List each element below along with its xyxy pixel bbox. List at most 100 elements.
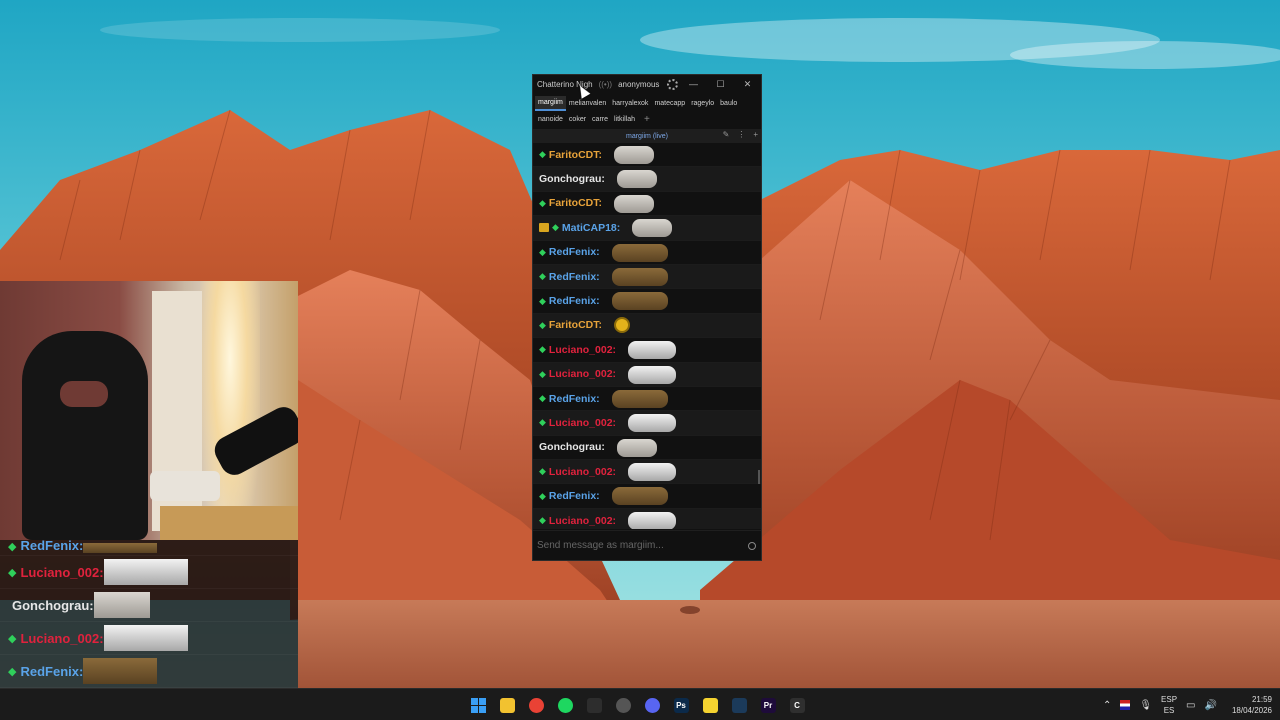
username[interactable]: RedFenix:: [549, 490, 600, 502]
chat-message[interactable]: ◆ Luciano_002:: [533, 460, 761, 485]
tab-carre[interactable]: carre: [589, 112, 611, 127]
tank-emote-icon[interactable]: [612, 292, 668, 311]
cat-emote-icon[interactable]: [628, 365, 676, 384]
language-indicator[interactable]: ESP ES: [1161, 694, 1177, 716]
title-bar[interactable]: Chatterino Nigh ((•)) anonymous — ☐ ✕: [533, 75, 761, 93]
tab-coker[interactable]: coker: [566, 112, 589, 127]
taskbar-start[interactable]: [466, 693, 490, 717]
chat-message[interactable]: ◆ Luciano_002:: [533, 508, 761, 529]
taskbar-steam[interactable]: [727, 693, 751, 717]
seal-emote-icon[interactable]: [632, 219, 672, 238]
username[interactable]: Gonchograu:: [539, 441, 605, 453]
username[interactable]: Gonchograu:: [539, 173, 605, 185]
streamer-mode-icon[interactable]: ((•)): [599, 80, 612, 89]
account-switcher[interactable]: anonymous: [618, 80, 659, 89]
sub-badge-icon[interactable]: ◆: [539, 271, 546, 282]
maximize-button[interactable]: ☐: [707, 79, 734, 90]
tab-matecapp[interactable]: matecapp: [651, 96, 688, 111]
chat-message[interactable]: ◆ RedFenix:: [533, 484, 761, 509]
username[interactable]: FaritoCDT:: [549, 197, 602, 209]
chat-message[interactable]: ◆ FaritoCDT:: [533, 313, 761, 339]
clock[interactable]: 21:59 18/04/2026: [1232, 694, 1272, 716]
chat-message[interactable]: ◆ Luciano_002:: [533, 411, 761, 436]
network-icon[interactable]: ▭: [1186, 700, 1195, 711]
seal-emote-icon[interactable]: [617, 438, 657, 457]
taskbar-discord[interactable]: [640, 693, 664, 717]
cat-emote-icon[interactable]: [628, 463, 676, 482]
sub-badge-icon[interactable]: ◆: [539, 393, 546, 404]
taskbar-premiere[interactable]: Pr: [756, 693, 780, 717]
tank-emote-icon[interactable]: [612, 487, 668, 506]
microphone-icon[interactable]: 🎙: [1139, 700, 1152, 711]
sub-badge-icon[interactable]: ◆: [539, 466, 546, 477]
settings-gear-icon[interactable]: [667, 78, 679, 90]
volume-icon[interactable]: 🔊: [1205, 700, 1217, 711]
username[interactable]: RedFenix:: [549, 271, 600, 283]
sub-badge-icon[interactable]: ◆: [539, 296, 546, 307]
language-flag-icon[interactable]: [1120, 700, 1131, 710]
username[interactable]: Luciano_002:: [549, 344, 616, 356]
chat-message[interactable]: ◆ Luciano_002:: [533, 362, 761, 387]
message-list[interactable]: ◆ FaritoCDT: Gonchograu: ◆ FaritoCDT: ◆ MatiCA…: [533, 143, 761, 529]
cat-emote-icon[interactable]: [628, 414, 676, 433]
broadcaster-crown-icon[interactable]: [539, 223, 549, 233]
username[interactable]: Luciano_002:: [549, 417, 616, 429]
username[interactable]: MatiCAP18:: [562, 222, 620, 234]
sub-badge-icon[interactable]: ◆: [539, 149, 546, 160]
chat-message[interactable]: ◆ RedFenix:: [533, 387, 761, 412]
add-split-icon[interactable]: +: [753, 130, 758, 139]
tank-emote-icon[interactable]: [612, 243, 668, 262]
chat-message[interactable]: ◆ Luciano_002:: [533, 338, 761, 363]
add-tab-button[interactable]: +: [644, 114, 650, 125]
chat-message[interactable]: ◆ FaritoCDT:: [533, 192, 761, 217]
taskbar-chatterino[interactable]: C: [785, 693, 809, 717]
chatterino-window[interactable]: Chatterino Nigh ((•)) anonymous — ☐ ✕ ma…: [532, 74, 762, 561]
taskbar-chrome[interactable]: [524, 693, 548, 717]
chat-message[interactable]: ◆ MatiCAP18:: [533, 216, 761, 241]
username[interactable]: FaritoCDT:: [549, 149, 602, 161]
chat-message[interactable]: ◆ FaritoCDT:: [533, 143, 761, 168]
tab-rageylo[interactable]: rageylo: [688, 96, 717, 111]
tab-melianvalen[interactable]: melianvalen: [566, 96, 609, 111]
username[interactable]: RedFenix:: [549, 393, 600, 405]
tab-litkillah[interactable]: litkillah: [611, 112, 638, 127]
more-options-icon[interactable]: ⋮: [737, 130, 745, 139]
taskbar-file-explorer[interactable]: [495, 693, 519, 717]
tank-emote-icon[interactable]: [612, 267, 668, 286]
username[interactable]: FaritoCDT:: [549, 319, 602, 331]
tab-harryalexok[interactable]: harryalexok: [609, 96, 651, 111]
coin-emote-icon[interactable]: [614, 317, 630, 334]
sub-badge-icon[interactable]: ◆: [539, 417, 546, 428]
taskbar-app-dark[interactable]: [582, 693, 606, 717]
close-button[interactable]: ✕: [734, 79, 761, 90]
show-hidden-icons-chevron-icon[interactable]: ⌃: [1103, 700, 1111, 711]
seal-emote-icon[interactable]: [614, 146, 654, 164]
username[interactable]: Luciano_002:: [549, 466, 616, 478]
message-input[interactable]: [537, 540, 737, 551]
sub-badge-icon[interactable]: ◆: [539, 247, 546, 258]
edit-pencil-icon[interactable]: ✎: [723, 130, 730, 139]
message-input-area[interactable]: [533, 530, 761, 560]
taskbar-photoshop[interactable]: Ps: [669, 693, 693, 717]
tank-emote-icon[interactable]: [612, 389, 668, 408]
chat-message[interactable]: ◆ RedFenix:: [533, 264, 761, 290]
sub-badge-icon[interactable]: ◆: [539, 491, 546, 502]
sub-badge-icon[interactable]: ◆: [539, 369, 546, 380]
sub-badge-icon[interactable]: ◆: [539, 198, 546, 209]
username[interactable]: Luciano_002:: [549, 368, 616, 380]
chat-message[interactable]: ◆ RedFenix:: [533, 289, 761, 314]
chat-message[interactable]: Gonchograu:: [533, 436, 761, 461]
minimize-button[interactable]: —: [680, 79, 707, 90]
username[interactable]: RedFenix:: [549, 246, 600, 258]
username[interactable]: RedFenix:: [549, 295, 600, 307]
sub-badge-icon[interactable]: ◆: [552, 222, 559, 233]
seal-emote-icon[interactable]: [617, 170, 657, 189]
tab-baulo[interactable]: baulo: [717, 96, 740, 111]
chat-message[interactable]: Gonchograu:: [533, 167, 761, 192]
cat-emote-icon[interactable]: [628, 511, 676, 529]
tab-nanoide[interactable]: nanoide: [535, 112, 566, 127]
sub-badge-icon[interactable]: ◆: [539, 344, 546, 355]
chat-message[interactable]: ◆ RedFenix:: [533, 241, 761, 265]
sub-badge-icon[interactable]: ◆: [539, 515, 546, 526]
username[interactable]: Luciano_002:: [549, 515, 616, 527]
